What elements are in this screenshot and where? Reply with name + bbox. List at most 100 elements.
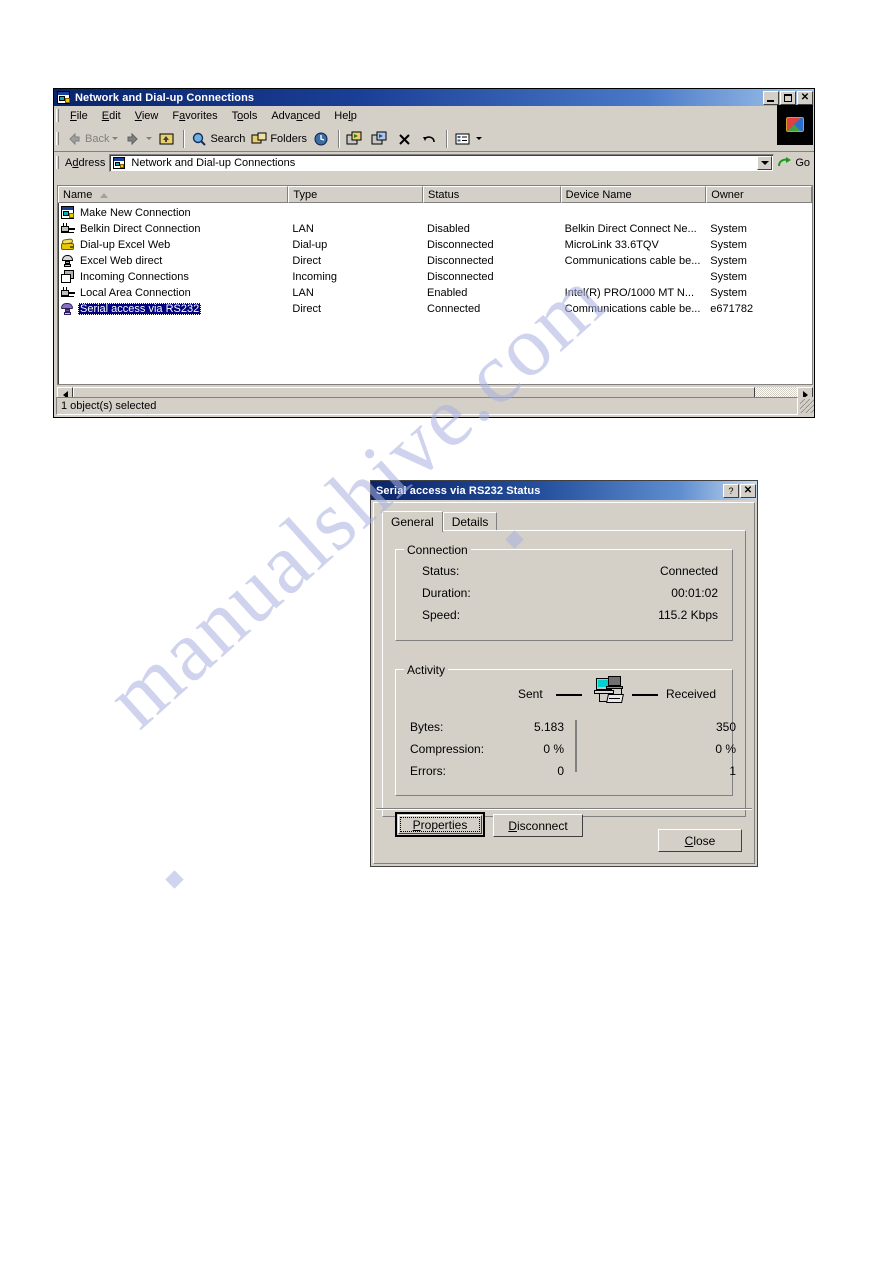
properties-label: Properties bbox=[412, 817, 468, 832]
delete-button[interactable] bbox=[393, 129, 418, 149]
menu-view[interactable]: View bbox=[128, 109, 166, 123]
address-value: Network and Dial-up Connections bbox=[131, 156, 296, 169]
dialog-titlebar[interactable]: Serial access via RS232 Status ? ✕ bbox=[371, 481, 757, 500]
network-connections-icon bbox=[112, 156, 126, 170]
received-dash bbox=[632, 694, 658, 696]
connection-status-dialog[interactable]: Serial access via RS232 Status ? ✕ Gener… bbox=[370, 480, 758, 867]
windows-logo bbox=[777, 105, 813, 145]
forward-button[interactable] bbox=[121, 129, 155, 149]
table-row[interactable]: Make New Connection bbox=[58, 205, 812, 221]
speed-value: 115.2 Kbps bbox=[658, 608, 718, 622]
column-header-status[interactable]: Status bbox=[423, 186, 561, 203]
up-folder-icon bbox=[158, 131, 175, 147]
back-chevron-down-icon[interactable] bbox=[112, 137, 119, 140]
close-label: Close bbox=[684, 833, 716, 848]
bytes-sent: 5.183 bbox=[533, 720, 564, 734]
minimize-button[interactable] bbox=[763, 90, 779, 105]
address-bar[interactable]: Address Network and Dial-up Connections … bbox=[54, 152, 814, 173]
compression-sent: 0 % bbox=[543, 742, 564, 756]
table-row[interactable]: Excel Web direct Direct Disconnected Com… bbox=[58, 253, 812, 269]
table-row[interactable]: Incoming Connections Incoming Disconnect… bbox=[58, 269, 812, 285]
toolbar-gripper[interactable] bbox=[56, 132, 59, 145]
column-header-device-name[interactable]: Device Name bbox=[560, 186, 707, 203]
table-row[interactable]: Belkin Direct Connection LAN Disabled Be… bbox=[58, 221, 812, 237]
search-label: Search bbox=[210, 132, 246, 145]
close-button[interactable]: ✕ bbox=[740, 483, 756, 498]
row-name: Dial-up Excel Web bbox=[80, 239, 171, 251]
sent-dash bbox=[556, 694, 582, 696]
forward-chevron-down-icon[interactable] bbox=[146, 137, 153, 140]
sort-ascending-icon bbox=[100, 192, 109, 198]
tab-general[interactable]: General bbox=[382, 511, 443, 532]
disconnect-button[interactable]: Disconnect bbox=[493, 814, 583, 837]
tool-bar[interactable]: Back Search Folders bbox=[54, 126, 814, 152]
history-button[interactable] bbox=[310, 129, 335, 149]
compression-label: Compression: bbox=[410, 742, 485, 756]
menu-gripper[interactable] bbox=[56, 109, 59, 122]
address-dropdown-button[interactable] bbox=[757, 155, 773, 170]
address-gripper[interactable] bbox=[56, 156, 59, 169]
column-header-type[interactable]: Type bbox=[288, 186, 424, 203]
column-header-name[interactable]: Name bbox=[58, 186, 289, 203]
address-input[interactable]: Network and Dial-up Connections bbox=[109, 153, 775, 172]
bytes-received: 350 bbox=[715, 720, 736, 734]
row-type: LAN bbox=[292, 287, 314, 299]
row-status: Enabled bbox=[427, 287, 468, 299]
row-device: Belkin Direct Connect Ne... bbox=[564, 223, 697, 235]
direct-connection-icon bbox=[60, 253, 76, 269]
views-chevron-down-icon[interactable] bbox=[476, 137, 483, 140]
back-label: Back bbox=[85, 132, 110, 145]
resize-grip[interactable] bbox=[800, 399, 814, 413]
copy-to-icon bbox=[371, 131, 388, 147]
menu-edit[interactable]: Edit bbox=[95, 109, 128, 123]
table-row[interactable]: Local Area Connection LAN Enabled Intel(… bbox=[58, 285, 812, 301]
dialog-body: General Details Connection Status: Conne… bbox=[373, 502, 755, 864]
make-new-connection-icon bbox=[60, 205, 76, 221]
back-button[interactable]: Back bbox=[63, 129, 121, 149]
go-button[interactable]: Go bbox=[774, 155, 814, 171]
move-to-icon bbox=[346, 131, 363, 147]
row-owner: System bbox=[710, 239, 747, 251]
search-icon bbox=[191, 131, 208, 147]
properties-button[interactable]: Properties bbox=[395, 812, 485, 837]
errors-sent: 0 bbox=[557, 764, 564, 778]
undo-button[interactable] bbox=[418, 129, 443, 149]
row-type: Direct bbox=[292, 303, 322, 315]
menu-help[interactable]: Help bbox=[327, 109, 364, 123]
table-row[interactable]: Dial-up Excel Web Dial-up Disconnected M… bbox=[58, 237, 812, 253]
speed-label: Speed: bbox=[422, 608, 461, 622]
close-dialog-button[interactable]: Close bbox=[658, 829, 742, 852]
column-header-owner[interactable]: Owner bbox=[706, 186, 812, 203]
connections-list[interactable]: Name Type Status Device Name Owner Make … bbox=[57, 185, 813, 385]
network-connections-window[interactable]: Network and Dial-up Connections ✕ File E… bbox=[53, 88, 815, 418]
window-titlebar[interactable]: Network and Dial-up Connections ✕ bbox=[54, 89, 814, 106]
folders-button[interactable]: Folders bbox=[248, 129, 310, 149]
lan-connection-icon bbox=[60, 221, 76, 237]
menu-tools[interactable]: Tools bbox=[225, 109, 265, 123]
row-name: Excel Web direct bbox=[80, 255, 163, 267]
maximize-button[interactable] bbox=[780, 90, 796, 105]
help-button[interactable]: ? bbox=[723, 483, 739, 498]
copy-to-button[interactable] bbox=[368, 129, 393, 149]
list-header-row[interactable]: Name Type Status Device Name Owner bbox=[58, 186, 812, 203]
row-owner: e671782 bbox=[710, 303, 754, 315]
status-label: Status: bbox=[422, 564, 460, 578]
close-button[interactable]: ✕ bbox=[797, 90, 813, 105]
menu-advanced[interactable]: Advanced bbox=[264, 109, 327, 123]
row-device: Communications cable be... bbox=[564, 303, 701, 315]
move-to-button[interactable] bbox=[343, 129, 368, 149]
dialog-separator bbox=[376, 808, 752, 810]
errors-received: 1 bbox=[729, 764, 736, 778]
tab-details[interactable]: Details bbox=[442, 512, 498, 531]
menu-file[interactable]: File bbox=[63, 109, 95, 123]
views-button[interactable] bbox=[451, 129, 485, 149]
tab-strip[interactable]: General Details bbox=[382, 511, 498, 532]
row-owner: System bbox=[710, 271, 747, 283]
menu-bar[interactable]: File Edit View Favorites Tools Advanced … bbox=[54, 105, 814, 145]
status-value: Connected bbox=[659, 564, 718, 578]
search-button[interactable]: Search bbox=[188, 129, 248, 149]
activity-group: Activity Sent Received Bytes: 5.183 350 … bbox=[395, 663, 736, 796]
menu-favorites[interactable]: Favorites bbox=[165, 109, 224, 123]
up-button[interactable] bbox=[155, 129, 180, 149]
table-row[interactable]: Serial access via RS232 Direct Connected… bbox=[58, 301, 812, 317]
